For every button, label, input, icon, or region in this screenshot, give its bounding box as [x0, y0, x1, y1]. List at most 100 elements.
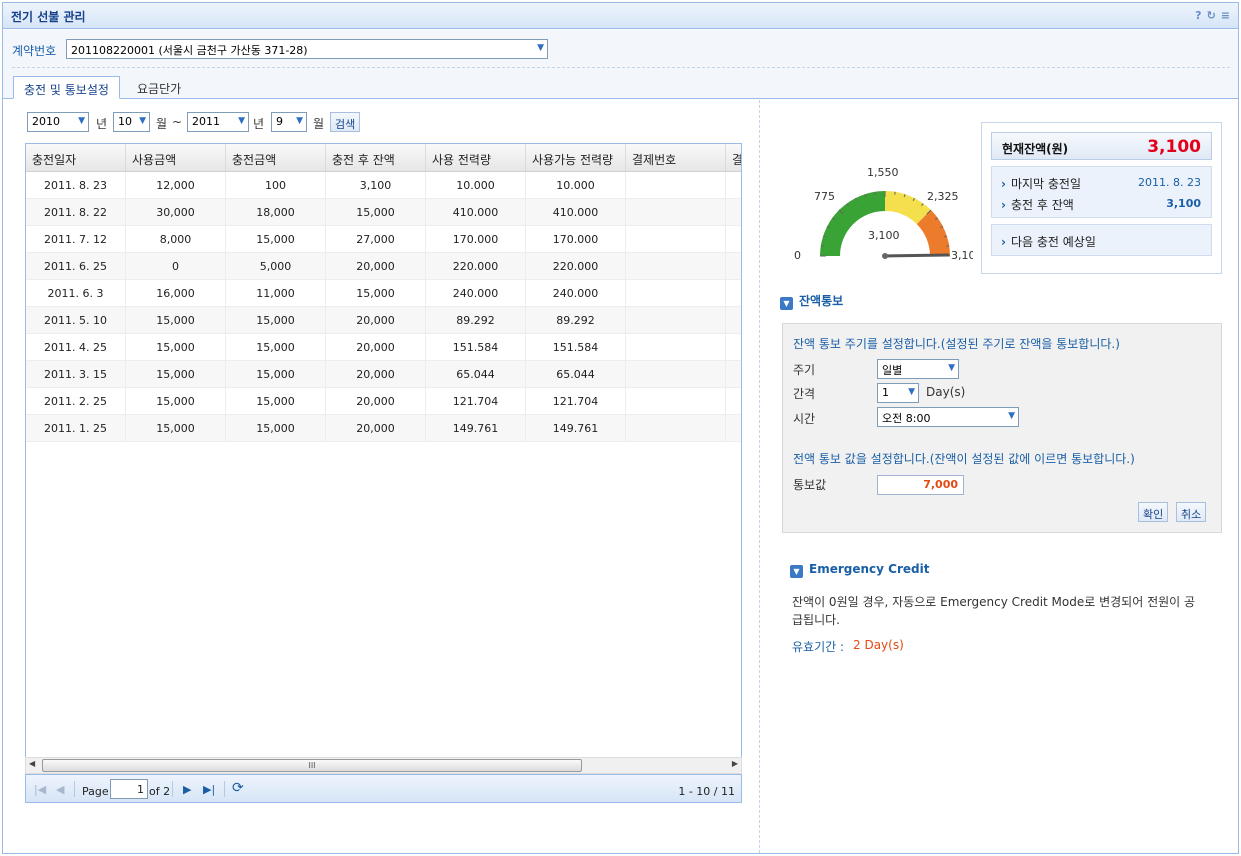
table-cell: 20,000: [326, 307, 426, 333]
scroll-left-icon[interactable]: ◀: [29, 759, 35, 768]
interval-value: 1: [882, 386, 889, 399]
contract-select[interactable]: 201108220001 (서울시 금천구 가산동 371-28) ▼: [66, 39, 548, 59]
table-cell: 15,000: [226, 361, 326, 387]
table-row[interactable]: 2011. 1. 25 15,000 15,000 20,000 149.761 149.…: [26, 415, 741, 442]
next-page-icon[interactable]: ▶: [183, 783, 191, 796]
table-cell: [626, 361, 726, 387]
table-cell: 410.000: [526, 199, 626, 225]
balance-box: 현재잔액(원) 3,100 › 마지막 충전일 2011. 8. 23 › 충전 후…: [981, 122, 1222, 274]
table-cell: [726, 361, 741, 387]
time-select[interactable]: 오전 8:00 ▼: [877, 407, 1019, 427]
start-year-select[interactable]: 2010 ▼: [27, 112, 89, 132]
table-cell: 15,000: [226, 415, 326, 441]
chevron-down-icon: ▼: [537, 43, 544, 53]
column-header[interactable]: 결제번호: [626, 144, 726, 171]
table-row[interactable]: 2011. 8. 23 12,000 100 3,100 10.000 10.000: [26, 172, 741, 199]
tab-rate[interactable]: 요금단가: [127, 76, 191, 99]
column-header[interactable]: 사용가능 전력량: [526, 144, 626, 171]
refresh-icon[interactable]: ↻: [1207, 9, 1216, 22]
first-page-icon[interactable]: |◀: [34, 783, 46, 796]
cycle-select[interactable]: 일별 ▼: [877, 359, 959, 379]
scroll-right-icon[interactable]: ▶: [732, 759, 738, 768]
divider: [12, 67, 1230, 68]
table-cell: 100: [226, 172, 326, 198]
interval-select[interactable]: 1 ▼: [877, 383, 919, 403]
column-header[interactable]: 충전금액: [226, 144, 326, 171]
table-cell: 170.000: [426, 226, 526, 252]
table-cell: 3,100: [326, 172, 426, 198]
table-row[interactable]: 2011. 5. 10 15,000 15,000 20,000 89.292 89.29…: [26, 307, 741, 334]
balance-gauge: 0 775 1,550 2,325 3,10 3,100: [790, 161, 980, 271]
table-row[interactable]: 2011. 8. 22 30,000 18,000 15,000 410.000 410.…: [26, 199, 741, 226]
tab-charge-notify[interactable]: 충전 및 통보설정: [13, 76, 120, 99]
table-cell: 15,000: [126, 307, 226, 333]
gauge-label-q3: 2,325: [927, 190, 959, 203]
table-cell: 11,000: [226, 280, 326, 306]
table-cell: [626, 307, 726, 333]
pager-separator: [172, 781, 173, 797]
cycle-value: 일별: [882, 364, 903, 377]
table-cell: [726, 199, 741, 225]
table-cell: 15,000: [126, 334, 226, 360]
table-cell: [626, 388, 726, 414]
charge-info: › 마지막 충전일 2011. 8. 23 › 충전 후 잔액 3,100: [991, 166, 1212, 218]
column-header[interactable]: 충전 후 잔액: [326, 144, 426, 171]
gauge-label-mid: 1,550: [867, 166, 899, 179]
collapse-icon[interactable]: ▼: [790, 565, 803, 578]
table-cell: 151.584: [526, 334, 626, 360]
column-header[interactable]: 결: [726, 144, 741, 171]
period-description: 잔액 통보 주기를 설정합니다.(설정된 주기로 잔액을 통보합니다.): [793, 337, 1120, 351]
table-row[interactable]: 2011. 7. 12 8,000 15,000 27,000 170.000 170.0…: [26, 226, 741, 253]
gauge-label-max: 3,10: [951, 249, 973, 262]
notify-value-input[interactable]: 7,000: [877, 475, 964, 495]
prev-page-icon[interactable]: ◀: [56, 783, 64, 796]
column-header[interactable]: 충전일자: [26, 144, 126, 171]
table-cell: 121.704: [426, 388, 526, 414]
cycle-label: 주기: [793, 363, 816, 377]
contract-label: 계약번호: [12, 44, 57, 58]
end-month-select[interactable]: 9 ▼: [271, 112, 307, 132]
display-info: 1 - 10 / 11: [678, 785, 735, 798]
table-row[interactable]: 2011. 2. 25 15,000 15,000 20,000 121.704 121.…: [26, 388, 741, 415]
chevron-down-icon: ▼: [908, 387, 915, 397]
confirm-button[interactable]: 확인: [1138, 502, 1169, 522]
page-number-input[interactable]: 1: [110, 779, 148, 799]
last-page-icon[interactable]: ▶|: [203, 783, 215, 796]
table-cell: 170.000: [526, 226, 626, 252]
validity-value: 2 Day(s): [853, 638, 904, 652]
collapse-icon[interactable]: ▼: [780, 297, 793, 310]
table-cell: 2011. 2. 25: [26, 388, 126, 414]
table-cell: 121.704: [526, 388, 626, 414]
end-year-select[interactable]: 2011 ▼: [187, 112, 249, 132]
table-row[interactable]: 2011. 6. 25 0 5,000 20,000 220.000 220.000: [26, 253, 741, 280]
horizontal-scrollbar[interactable]: ◀ III ▶: [25, 757, 742, 774]
chevron-down-icon: ▼: [948, 363, 955, 373]
table-row[interactable]: 2011. 6. 3 16,000 11,000 15,000 240.000 240.0…: [26, 280, 741, 307]
column-header[interactable]: 사용 전력량: [426, 144, 526, 171]
menu-icon[interactable]: ≡: [1221, 9, 1230, 22]
table-cell: [626, 226, 726, 252]
table-cell: [626, 199, 726, 225]
table-cell: 20,000: [326, 361, 426, 387]
table-cell: 2011. 7. 12: [26, 226, 126, 252]
notify-section-title[interactable]: ▼ 잔액통보: [780, 292, 843, 310]
search-button[interactable]: 검색: [330, 112, 361, 132]
table-row[interactable]: 2011. 3. 15 15,000 15,000 20,000 65.044 65.04…: [26, 361, 741, 388]
page-title: 전기 선불 관리: [11, 10, 86, 24]
refresh-icon[interactable]: ⟳: [232, 780, 244, 796]
start-month-select[interactable]: 10 ▼: [113, 112, 150, 132]
time-label: 시간: [793, 412, 816, 426]
table-cell: 27,000: [326, 226, 426, 252]
column-header[interactable]: 사용금액: [126, 144, 226, 171]
scroll-thumb[interactable]: III: [42, 759, 582, 772]
table-cell: 151.584: [426, 334, 526, 360]
value-description: 전액 통보 값을 설정합니다.(잔액이 설정된 값에 이르면 통보합니다.): [793, 452, 1135, 466]
emergency-section-title[interactable]: ▼ Emergency Credit: [790, 562, 929, 578]
tab-bar: 충전 및 통보설정 요금단가: [3, 70, 1238, 99]
table-cell: 8,000: [126, 226, 226, 252]
end-year-value: 2011: [192, 115, 220, 128]
help-icon[interactable]: ?: [1195, 9, 1201, 22]
cancel-button[interactable]: 취소: [1176, 502, 1207, 522]
range-tilde: ~: [172, 115, 183, 129]
table-row[interactable]: 2011. 4. 25 15,000 15,000 20,000 151.584 151.…: [26, 334, 741, 361]
